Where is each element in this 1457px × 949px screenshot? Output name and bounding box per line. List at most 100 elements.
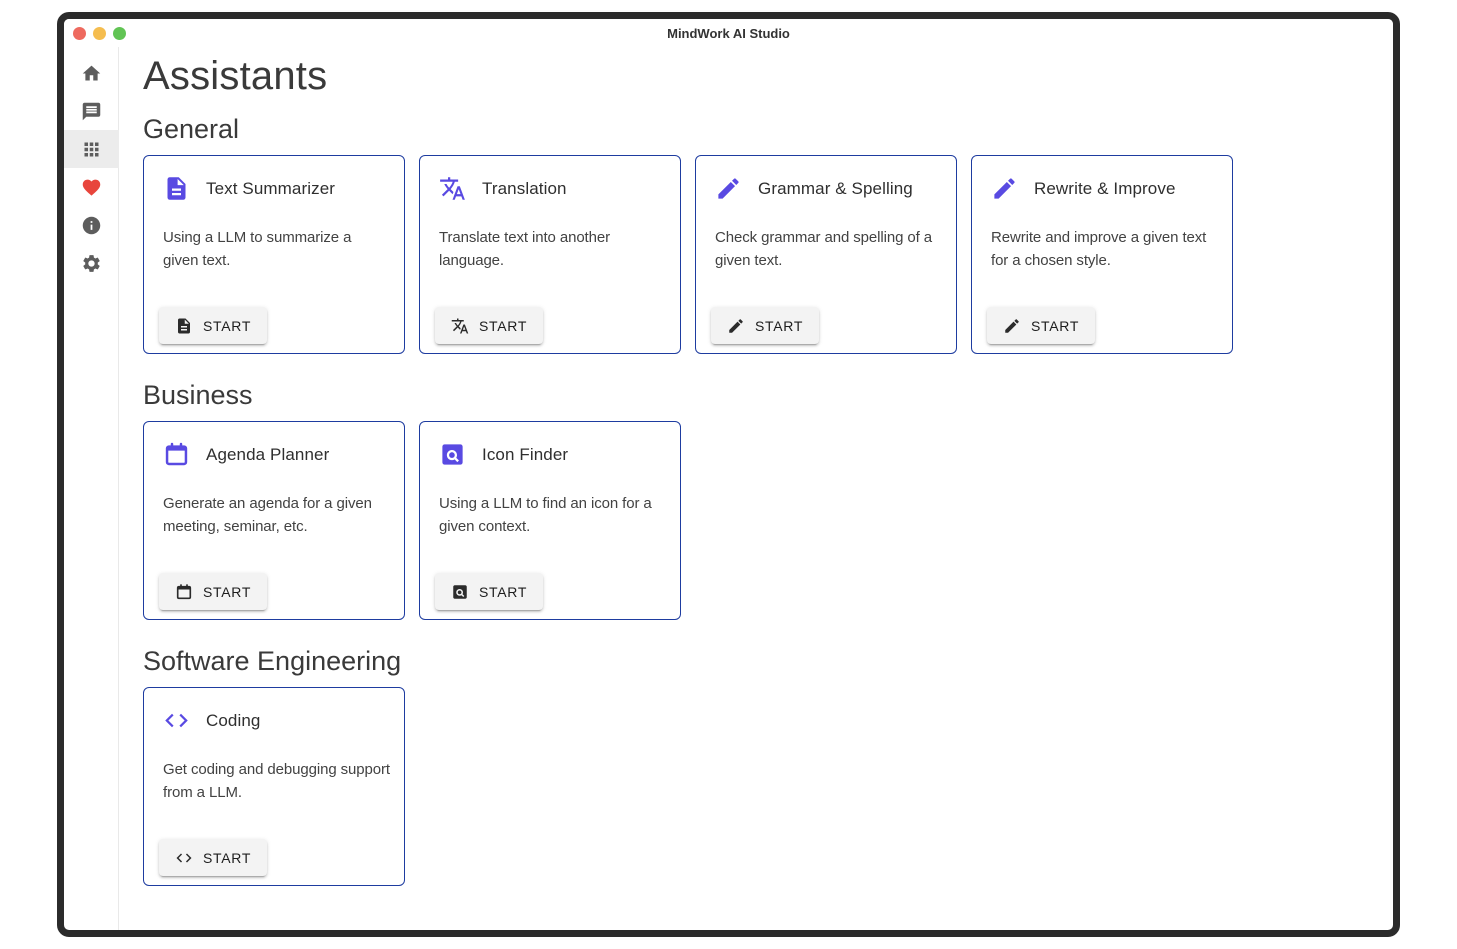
section-heading: Software Engineering <box>143 646 1373 677</box>
card-description: Get coding and debugging support from a … <box>163 759 390 804</box>
sidebar <box>64 47 119 930</box>
translate-icon <box>439 175 466 202</box>
start-button-agenda-planner[interactable]: START <box>159 573 267 610</box>
card-actions: START <box>435 573 666 610</box>
card-icon-wrap <box>439 175 466 202</box>
assistant-card-grammar-spelling: Grammar & Spelling Check grammar and spel… <box>695 155 957 354</box>
pencil-icon <box>715 175 742 202</box>
info-icon <box>81 215 102 236</box>
card-header: Text Summarizer <box>159 171 390 202</box>
card-title: Agenda Planner <box>206 445 329 465</box>
window-body: Assistants General Text Summarizer Using a… <box>64 47 1393 930</box>
start-button-label: START <box>203 318 251 334</box>
sidebar-item-home[interactable] <box>64 54 119 92</box>
card-header: Rewrite & Improve <box>987 171 1218 202</box>
cards-row: Coding Get coding and debugging support f… <box>143 687 1373 886</box>
section-software-engineering: Software Engineering Coding Get coding and… <box>143 646 1373 886</box>
main-content: Assistants General Text Summarizer Using a… <box>119 47 1393 930</box>
assistant-card-text-summarizer: Text Summarizer Using a LLM to summarize … <box>143 155 405 354</box>
card-description: Using a LLM to find an icon for a given … <box>439 493 666 538</box>
sections-container: General Text Summarizer Using a LLM to sum… <box>143 114 1373 886</box>
card-actions: START <box>435 307 666 344</box>
pencil-icon <box>727 317 745 335</box>
page-title: Assistants <box>143 53 1373 99</box>
card-header: Grammar & Spelling <box>711 171 942 202</box>
card-icon-wrap <box>439 441 466 468</box>
card-actions: START <box>987 307 1218 344</box>
card-icon-wrap <box>991 175 1018 202</box>
section-business: Business Agenda Planner Generate an agenda… <box>143 380 1373 620</box>
card-title: Text Summarizer <box>206 179 335 199</box>
card-icon-wrap <box>163 441 190 468</box>
traffic-lights <box>64 27 126 40</box>
sidebar-item-chat[interactable] <box>64 92 119 130</box>
card-actions: START <box>159 307 390 344</box>
card-title: Translation <box>482 179 567 199</box>
card-header: Agenda Planner <box>159 437 390 468</box>
minimize-window-button[interactable] <box>93 27 106 40</box>
assistant-card-agenda-planner: Agenda Planner Generate an agenda for a g… <box>143 421 405 620</box>
gear-icon <box>81 253 102 274</box>
card-actions: START <box>159 573 390 610</box>
maximize-window-button[interactable] <box>113 27 126 40</box>
sidebar-item-apps-grid[interactable] <box>64 130 119 168</box>
code-icon <box>163 707 190 734</box>
card-icon-wrap <box>715 175 742 202</box>
start-button-label: START <box>755 318 803 334</box>
card-header: Coding <box>159 703 390 734</box>
start-button-coding[interactable]: START <box>159 839 267 876</box>
start-button-translation[interactable]: START <box>435 307 543 344</box>
card-description: Rewrite and improve a given text for a c… <box>991 227 1218 272</box>
window-title: MindWork AI Studio <box>64 26 1393 41</box>
assistant-card-rewrite-improve: Rewrite & Improve Rewrite and improve a g… <box>971 155 1233 354</box>
assistant-card-coding: Coding Get coding and debugging support f… <box>143 687 405 886</box>
start-button-grammar-spelling[interactable]: START <box>711 307 819 344</box>
start-button-icon-finder[interactable]: START <box>435 573 543 610</box>
section-heading: General <box>143 114 1373 145</box>
calendar-icon <box>163 441 190 468</box>
cards-row: Text Summarizer Using a LLM to summarize … <box>143 155 1373 354</box>
start-button-rewrite-improve[interactable]: START <box>987 307 1095 344</box>
document-icon <box>175 317 193 335</box>
card-header: Translation <box>435 171 666 202</box>
card-icon-wrap <box>163 175 190 202</box>
close-window-button[interactable] <box>73 27 86 40</box>
app-window: MindWork AI Studio Assistants General Tex… <box>57 12 1400 937</box>
sidebar-item-info[interactable] <box>64 206 119 244</box>
home-icon <box>81 63 102 84</box>
start-button-label: START <box>203 584 251 600</box>
card-description: Using a LLM to summarize a given text. <box>163 227 390 272</box>
apps-grid-icon <box>81 139 102 160</box>
titlebar: MindWork AI Studio <box>64 19 1393 47</box>
card-title: Rewrite & Improve <box>1034 179 1176 199</box>
cards-row: Agenda Planner Generate an agenda for a g… <box>143 421 1373 620</box>
start-button-label: START <box>203 850 251 866</box>
card-title: Icon Finder <box>482 445 568 465</box>
card-actions: START <box>711 307 942 344</box>
card-description: Check grammar and spelling of a given te… <box>715 227 942 272</box>
card-actions: START <box>159 839 390 876</box>
start-button-text-summarizer[interactable]: START <box>159 307 267 344</box>
icon-search-icon <box>439 441 466 468</box>
icon-search-icon <box>451 583 469 601</box>
section-general: General Text Summarizer Using a LLM to sum… <box>143 114 1373 354</box>
heart-icon <box>81 177 102 198</box>
calendar-icon <box>175 583 193 601</box>
card-header: Icon Finder <box>435 437 666 468</box>
sidebar-item-gear[interactable] <box>64 244 119 282</box>
translate-icon <box>451 317 469 335</box>
pencil-icon <box>1003 317 1021 335</box>
card-title: Coding <box>206 711 260 731</box>
assistant-card-icon-finder: Icon Finder Using a LLM to find an icon f… <box>419 421 681 620</box>
card-title: Grammar & Spelling <box>758 179 913 199</box>
card-description: Generate an agenda for a given meeting, … <box>163 493 390 538</box>
code-icon <box>175 849 193 867</box>
chat-icon <box>81 101 102 122</box>
section-heading: Business <box>143 380 1373 411</box>
pencil-icon <box>991 175 1018 202</box>
start-button-label: START <box>1031 318 1079 334</box>
assistant-card-translation: Translation Translate text into another l… <box>419 155 681 354</box>
sidebar-item-heart[interactable] <box>64 168 119 206</box>
start-button-label: START <box>479 318 527 334</box>
card-description: Translate text into another language. <box>439 227 666 272</box>
